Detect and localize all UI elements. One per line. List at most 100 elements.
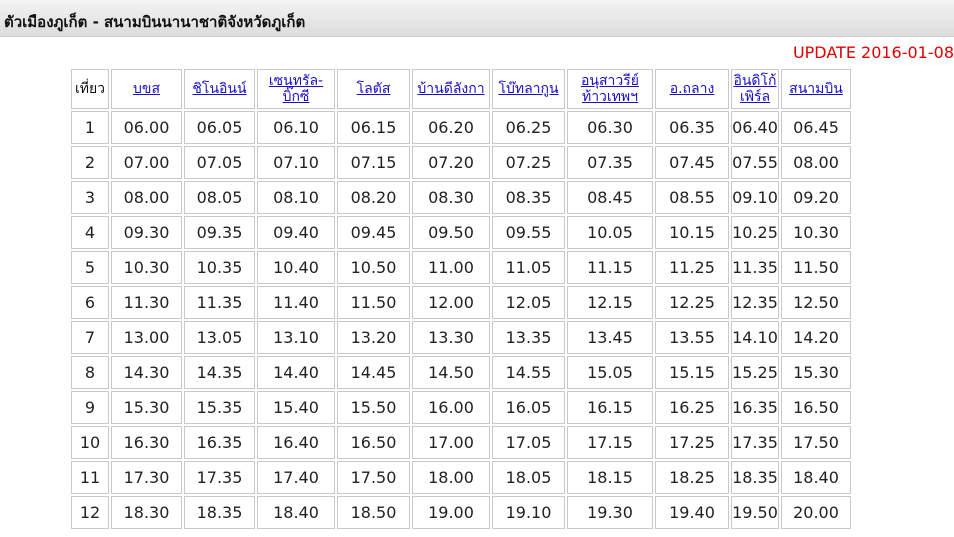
- departure-time-cell: 14.10: [731, 321, 779, 354]
- stop-link[interactable]: โลตัส: [357, 81, 391, 97]
- departure-time-cell: 09.45: [337, 216, 410, 249]
- departure-time-cell: 16.50: [781, 391, 851, 424]
- departure-time-cell: 07.05: [184, 146, 255, 179]
- departure-time-cell: 10.05: [567, 216, 653, 249]
- column-header-stop: บ้านดีลังกา: [412, 69, 490, 109]
- departure-time-cell: 10.30: [781, 216, 851, 249]
- departure-time-cell: 18.30: [111, 496, 182, 529]
- departure-time-cell: 06.10: [257, 111, 335, 144]
- trip-number-cell: 6: [71, 286, 109, 319]
- departure-time-cell: 07.20: [412, 146, 490, 179]
- departure-time-cell: 13.30: [412, 321, 490, 354]
- departure-time-cell: 20.00: [781, 496, 851, 529]
- departure-time-cell: 08.00: [781, 146, 851, 179]
- stop-link[interactable]: อินดิโก้ เพิร์ล: [733, 73, 776, 105]
- departure-time-cell: 12.50: [781, 286, 851, 319]
- column-header-stop: ชิโนอินน์: [184, 69, 255, 109]
- departure-time-cell: 11.05: [492, 251, 565, 284]
- column-header-stop: สนามบิน: [781, 69, 851, 109]
- departure-time-cell: 07.15: [337, 146, 410, 179]
- departure-time-cell: 19.00: [412, 496, 490, 529]
- departure-time-cell: 08.20: [337, 181, 410, 214]
- update-date-label: UPDATE 2016-01-08: [792, 43, 954, 62]
- stop-name-line1: สนามบิน: [789, 81, 843, 97]
- table-row: 1 06.00 06.05 06.10 06.15 06.20 06.25 06.30 06.3…: [71, 111, 851, 144]
- departure-time-cell: 11.25: [655, 251, 729, 284]
- table-row: 3 08.00 08.05 08.10 08.20 08.30 08.35 08.45 08.5…: [71, 181, 851, 214]
- departure-time-cell: 18.40: [257, 496, 335, 529]
- trip-number-cell: 12: [71, 496, 109, 529]
- departure-time-cell: 18.05: [492, 461, 565, 494]
- stop-link[interactable]: สนามบิน: [789, 81, 843, 97]
- departure-time-cell: 07.35: [567, 146, 653, 179]
- trip-number-cell: 4: [71, 216, 109, 249]
- departure-time-cell: 06.25: [492, 111, 565, 144]
- departure-time-cell: 17.00: [412, 426, 490, 459]
- departure-time-cell: 06.20: [412, 111, 490, 144]
- departure-time-cell: 17.35: [184, 461, 255, 494]
- column-header-stop: บขส: [111, 69, 182, 109]
- departure-time-cell: 15.25: [731, 356, 779, 389]
- departure-time-cell: 09.20: [781, 181, 851, 214]
- departure-time-cell: 13.20: [337, 321, 410, 354]
- trip-number-cell: 11: [71, 461, 109, 494]
- trip-number-cell: 7: [71, 321, 109, 354]
- stop-name-line1: อนุสาวรีย์: [581, 73, 639, 89]
- departure-time-cell: 17.30: [111, 461, 182, 494]
- table-row: 12 18.30 18.35 18.40 18.50 19.00 19.10 19.30 19.…: [71, 496, 851, 529]
- departure-time-cell: 10.50: [337, 251, 410, 284]
- departure-time-cell: 14.50: [412, 356, 490, 389]
- column-header-trip: เที่ยว: [71, 69, 109, 109]
- departure-time-cell: 15.35: [184, 391, 255, 424]
- departure-time-cell: 18.50: [337, 496, 410, 529]
- table-header-row: เที่ยว บขส ชิโนอินน์ เซนทรัล- บิ๊กซี โลตัส บ้…: [71, 69, 851, 109]
- table-row: 6 11.30 11.35 11.40 11.50 12.00 12.05 12.15 12.2…: [71, 286, 851, 319]
- page-header: ตัวเมืองภูเก็ต - สนามบินนานาชาติจังหวัดภ…: [0, 0, 954, 37]
- departure-time-cell: 08.35: [492, 181, 565, 214]
- departure-time-cell: 16.35: [184, 426, 255, 459]
- departure-time-cell: 06.00: [111, 111, 182, 144]
- stop-link[interactable]: บขส: [133, 81, 160, 97]
- departure-time-cell: 12.35: [731, 286, 779, 319]
- trip-number-cell: 8: [71, 356, 109, 389]
- departure-time-cell: 12.00: [412, 286, 490, 319]
- departure-time-cell: 10.30: [111, 251, 182, 284]
- departure-time-cell: 15.30: [781, 356, 851, 389]
- stop-link[interactable]: ชิโนอินน์: [192, 81, 246, 97]
- departure-time-cell: 11.35: [731, 251, 779, 284]
- trip-number-cell: 1: [71, 111, 109, 144]
- table-body: 1 06.00 06.05 06.10 06.15 06.20 06.25 06.30 06.3…: [71, 111, 851, 529]
- departure-time-cell: 17.05: [492, 426, 565, 459]
- stop-name-line1: ชิโนอินน์: [192, 81, 247, 97]
- departure-time-cell: 16.40: [257, 426, 335, 459]
- stop-link[interactable]: เซนทรัล- บิ๊กซี: [269, 73, 323, 105]
- stop-link[interactable]: อนุสาวรีย์ ท้าวเทพฯ: [581, 73, 639, 105]
- departure-time-cell: 11.50: [781, 251, 851, 284]
- trip-number-cell: 2: [71, 146, 109, 179]
- departure-time-cell: 06.30: [567, 111, 653, 144]
- departure-time-cell: 17.50: [781, 426, 851, 459]
- departure-time-cell: 16.35: [731, 391, 779, 424]
- departure-time-cell: 11.35: [184, 286, 255, 319]
- bus-schedule-table: เที่ยว บขส ชิโนอินน์ เซนทรัล- บิ๊กซี โลตัส บ้…: [69, 67, 853, 531]
- column-header-stop: โบ๊ทลากูน: [492, 69, 565, 109]
- departure-time-cell: 18.40: [781, 461, 851, 494]
- departure-time-cell: 16.15: [567, 391, 653, 424]
- departure-time-cell: 16.25: [655, 391, 729, 424]
- trip-number-cell: 9: [71, 391, 109, 424]
- departure-time-cell: 18.15: [567, 461, 653, 494]
- departure-time-cell: 16.30: [111, 426, 182, 459]
- departure-time-cell: 10.15: [655, 216, 729, 249]
- stop-name-line1: อ.ถลาง: [669, 81, 715, 97]
- departure-time-cell: 18.00: [412, 461, 490, 494]
- departure-time-cell: 17.50: [337, 461, 410, 494]
- stop-link[interactable]: บ้านดีลังกา: [417, 81, 484, 97]
- stop-link[interactable]: โบ๊ทลากูน: [498, 81, 558, 97]
- departure-time-cell: 08.05: [184, 181, 255, 214]
- departure-time-cell: 19.50: [731, 496, 779, 529]
- departure-time-cell: 11.40: [257, 286, 335, 319]
- departure-time-cell: 16.50: [337, 426, 410, 459]
- departure-time-cell: 07.45: [655, 146, 729, 179]
- stop-link[interactable]: อ.ถลาง: [670, 81, 715, 97]
- departure-time-cell: 08.55: [655, 181, 729, 214]
